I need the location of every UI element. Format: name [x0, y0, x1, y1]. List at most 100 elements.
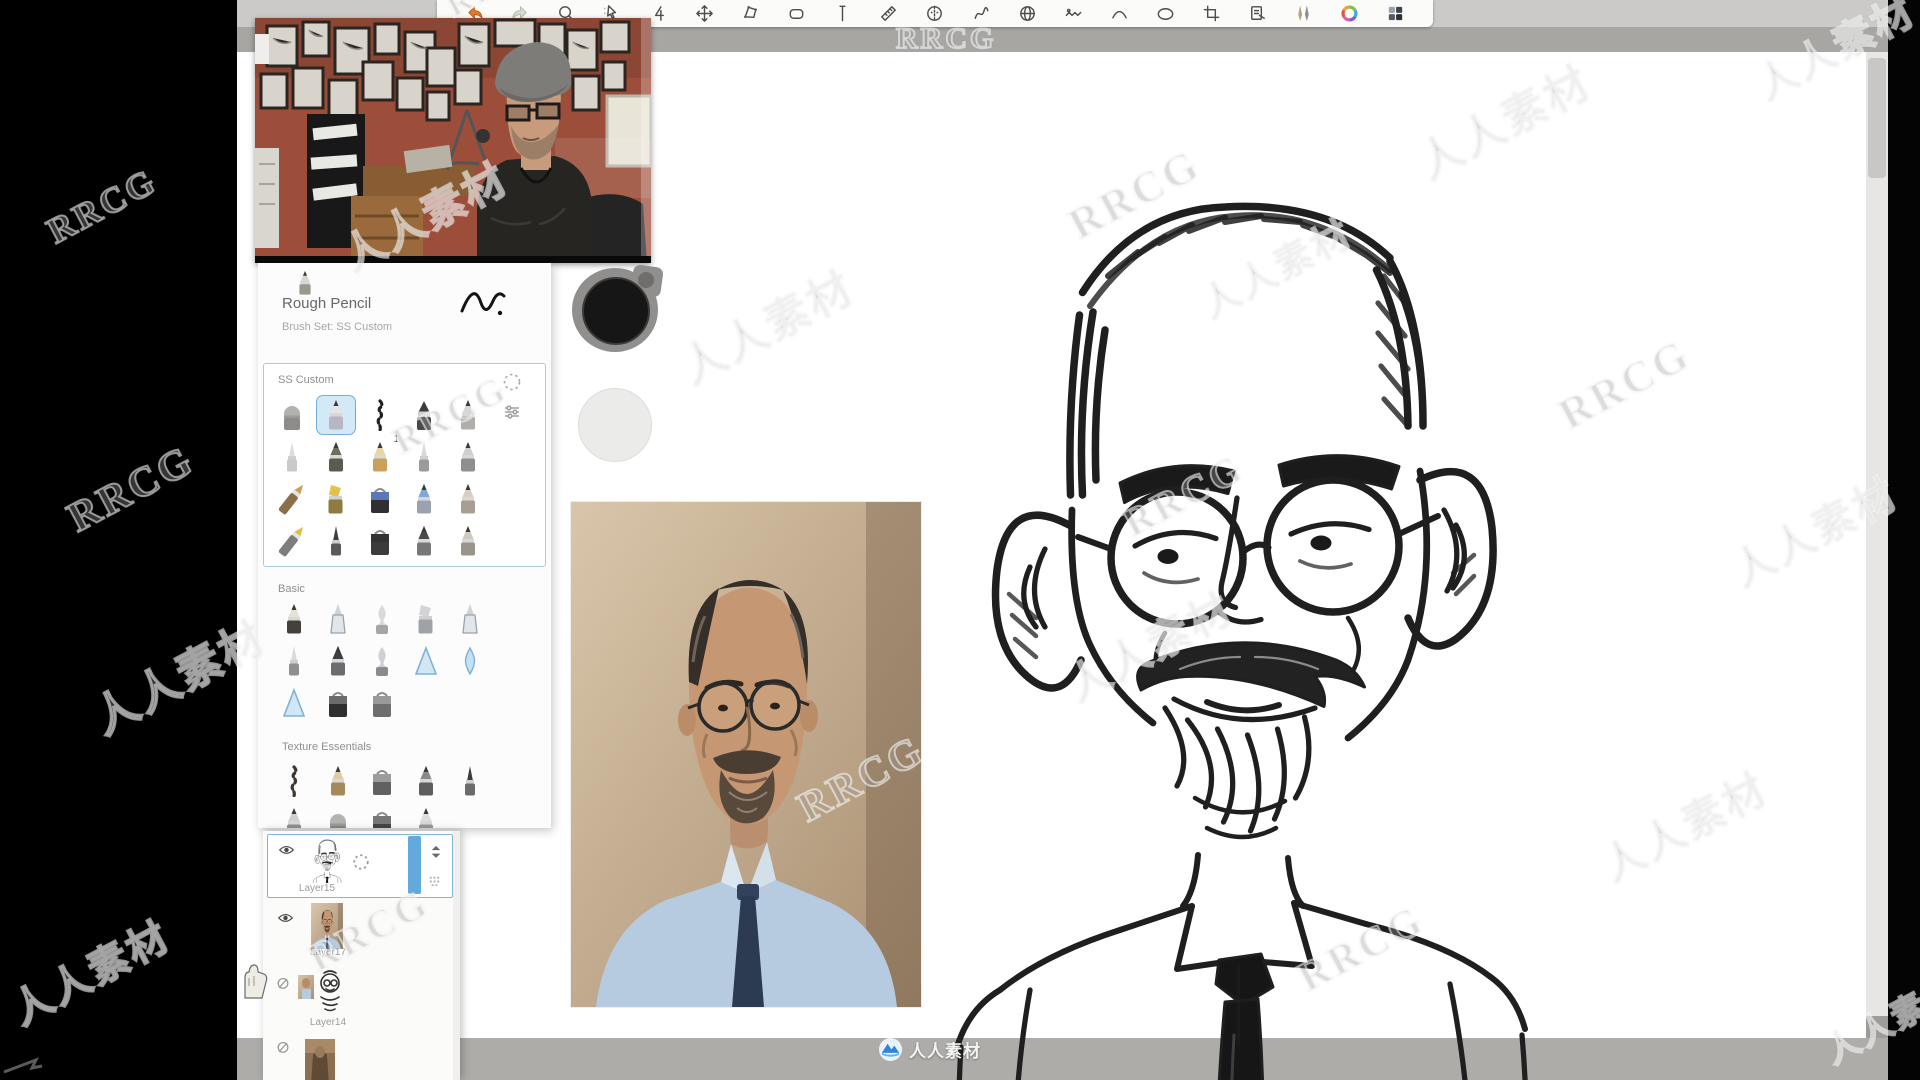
texture-nib-brush-icon[interactable] [450, 761, 490, 801]
video-frame: Rough Pencil Brush Set: SS Custom SS Cus… [0, 0, 1920, 1080]
layer-row[interactable] [267, 1035, 453, 1080]
corner-arrow-icon [2, 1050, 46, 1080]
layer-thumbnail[interactable] [297, 969, 349, 1022]
texture-extra2-brush-icon[interactable] [318, 803, 358, 828]
current-brush-name: Rough Pencil [282, 295, 371, 312]
layer-visible-eye-icon[interactable] [278, 843, 295, 861]
blue-drop-brush-icon[interactable] [450, 641, 490, 681]
symmetry-icon[interactable] [924, 3, 946, 25]
layer-name: Layer17 [293, 947, 363, 958]
brush-badge: 1 [393, 434, 399, 445]
glass-marker-brush-icon[interactable] [450, 599, 490, 639]
brand-logo-icon [878, 1037, 903, 1062]
brush-set-panel: SS Custom 1 [263, 363, 546, 567]
dome-brush-icon[interactable] [272, 395, 312, 435]
layer-selected-accent [408, 836, 421, 894]
line-icon[interactable] [832, 3, 854, 25]
layers-scrollbar[interactable] [453, 831, 460, 1080]
layer-hidden-eye-icon[interactable] [275, 977, 291, 995]
import-icon[interactable] [1247, 3, 1269, 25]
rough-pencil-brush-icon[interactable] [316, 395, 356, 435]
layer-busy-spinner-icon [352, 853, 370, 876]
taupe-cone-brush-icon[interactable] [448, 479, 488, 519]
ellipse-icon[interactable] [1154, 3, 1176, 25]
yellow-angled-brush-icon[interactable] [272, 521, 312, 561]
layer-row-layer17[interactable]: Layer17 [267, 903, 453, 965]
airbrush-flask-brush-icon[interactable] [362, 599, 402, 639]
pencil-brush-icon[interactable] [274, 599, 314, 639]
reference-photo [571, 502, 921, 1007]
ink-block-brush-icon[interactable] [360, 521, 400, 561]
layer-thumbnail[interactable] [305, 1039, 335, 1080]
layer-name: Layer14 [293, 1017, 363, 1028]
hard-eraser-brush-icon[interactable] [318, 683, 358, 723]
watermark-text: 人人素材 [0, 904, 179, 1036]
soft-cone-brush-icon[interactable] [448, 521, 488, 561]
cut-icon[interactable] [1062, 3, 1084, 25]
footer-brand: 人人素材 [878, 1037, 981, 1062]
layer-menu-icon[interactable] [430, 845, 442, 864]
ink-flame-brush-icon[interactable] [362, 641, 402, 681]
airbrush-outline-brush-icon[interactable] [406, 641, 446, 681]
gold-flat-brush-icon[interactable] [316, 479, 356, 519]
blue-tip-brush-icon[interactable] [404, 479, 444, 519]
fine-nib-brush-icon[interactable] [274, 641, 314, 681]
brush-section-title: Basic [278, 583, 305, 595]
texture-splat-brush-icon[interactable] [274, 761, 314, 801]
gray-cone-brush-icon[interactable] [448, 437, 488, 477]
soft-eraser-brush-icon[interactable] [362, 683, 402, 723]
new-brush-icon[interactable] [502, 372, 522, 392]
layer-thumbnail[interactable] [312, 837, 342, 888]
secondary-color-puck[interactable] [578, 388, 652, 462]
texture-extra1-brush-icon[interactable] [274, 803, 314, 828]
dark-marker-brush-icon[interactable] [318, 641, 358, 681]
color-wheel-icon[interactable] [1339, 3, 1361, 25]
move-icon[interactable] [693, 3, 715, 25]
layer-options-dots-icon[interactable] [428, 873, 441, 891]
brush-set-settings-icon[interactable] [502, 402, 522, 422]
texture-cone-brush-icon[interactable] [318, 761, 358, 801]
ink-splatter-brush-icon[interactable] [360, 395, 400, 435]
crop-icon[interactable] [1201, 3, 1223, 25]
ballpoint-pen-brush-icon[interactable] [318, 599, 358, 639]
perspective-icon[interactable] [1016, 3, 1038, 25]
airbrush-solid-brush-icon[interactable] [274, 683, 314, 723]
stroke-icon[interactable] [970, 3, 992, 25]
watermark-text: RRCG [60, 436, 202, 542]
numbered-pencil-brush-icon[interactable]: 1 [360, 437, 400, 477]
lasso-icon[interactable] [740, 3, 762, 25]
texture-extra3-brush-icon[interactable] [362, 803, 402, 828]
brush-section-title: SS Custom [278, 374, 334, 386]
brush-stroke-preview [456, 273, 508, 321]
swatches-icon[interactable] [1385, 3, 1407, 25]
layer-hidden-eye-icon[interactable] [275, 1041, 291, 1059]
watermark-text: RRCG [40, 160, 164, 252]
angled-bronze-brush-icon[interactable] [272, 479, 312, 519]
primary-color-puck[interactable] [572, 266, 664, 354]
brush-set-label: Brush Set: SS Custom [282, 321, 392, 333]
texture-gray-brush-icon[interactable] [406, 761, 446, 801]
stamp-block-brush-icon[interactable] [360, 479, 400, 519]
olive-cone-brush-icon[interactable] [316, 437, 356, 477]
scrollbar-thumb[interactable] [1868, 58, 1886, 178]
texture-extra4-brush-icon[interactable] [406, 803, 446, 828]
fine-liner-brush-icon[interactable] [272, 437, 312, 477]
texture-block-brush-icon[interactable] [362, 761, 402, 801]
layer-row-layer14[interactable]: Layer14 [267, 967, 453, 1033]
brushes-icon[interactable] [1293, 3, 1315, 25]
chisel-marker-brush-icon[interactable] [406, 599, 446, 639]
steel-nib-brush-icon[interactable] [404, 437, 444, 477]
layer-visible-eye-icon[interactable] [277, 911, 294, 929]
layers-panel: Layer15 Layer17 Layer14 [263, 831, 460, 1080]
slim-dark-brush-icon[interactable] [404, 521, 444, 561]
silver-cone-brush-icon[interactable] [448, 395, 488, 435]
canvas-vertical-scrollbar[interactable] [1866, 52, 1888, 1038]
dark-nib-brush-icon[interactable] [316, 521, 356, 561]
shape-icon[interactable] [786, 3, 808, 25]
ruler-icon[interactable] [878, 3, 900, 25]
layer-row-layer15[interactable]: Layer15 [267, 834, 453, 898]
layer-name: Layer15 [282, 883, 352, 894]
bullet-tip-brush-icon[interactable] [404, 395, 444, 435]
curve-icon[interactable] [1108, 3, 1130, 25]
current-brush-icon [295, 270, 316, 296]
